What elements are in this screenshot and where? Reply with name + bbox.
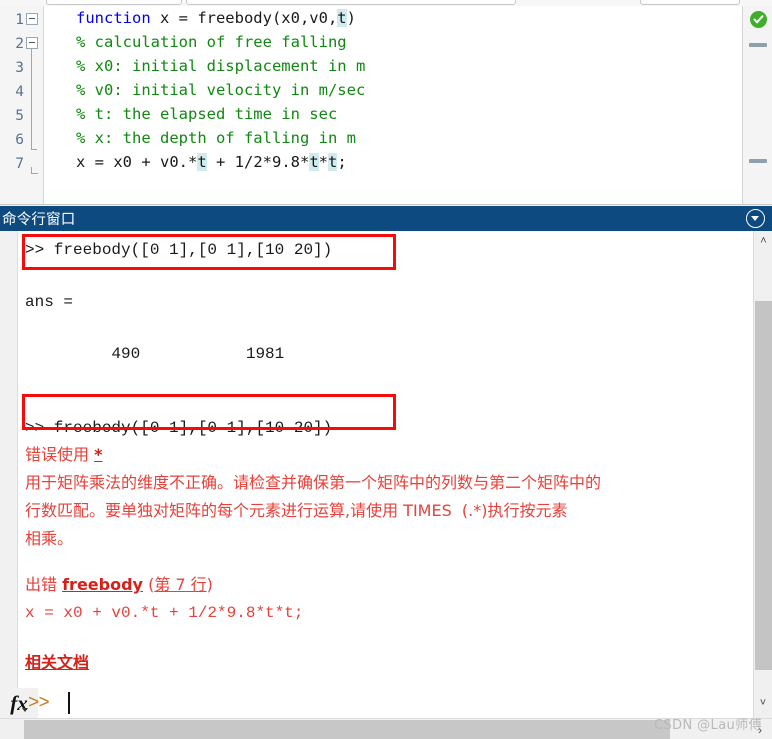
error-location-open: ( bbox=[142, 575, 155, 594]
code-line-1: function x = freebody(x0,v0,t) bbox=[76, 6, 742, 30]
fold-guide-tick bbox=[31, 149, 37, 150]
highlighted-var-t: t bbox=[197, 153, 207, 171]
highlighted-var-t: t bbox=[337, 9, 347, 27]
scroll-down-arrow-icon[interactable]: ˅ bbox=[753, 688, 772, 718]
line-number: 6 bbox=[15, 132, 24, 148]
checkmark-ok-icon[interactable] bbox=[750, 11, 767, 28]
horizontal-scrollbar[interactable]: ‹ › bbox=[0, 718, 772, 739]
highlighted-var-t: t bbox=[328, 153, 338, 171]
line-number: 4 bbox=[15, 84, 24, 100]
highlighted-var-t: t bbox=[309, 153, 319, 171]
fold-guide-line bbox=[31, 49, 32, 149]
code-line-7-d: ; bbox=[337, 153, 347, 171]
error-heading: 错误使用 * bbox=[19, 441, 753, 469]
prompt-chevrons: >> bbox=[28, 692, 50, 714]
command-line-2: >> freebody([0 1],[0 1],[10 20]) bbox=[25, 419, 333, 437]
line-number: 1 bbox=[15, 12, 24, 28]
minimap-mark-2[interactable] bbox=[749, 159, 767, 163]
matlab-window: 1 2 3 4 5 6 7 function x = freebody(x0,v… bbox=[0, 0, 772, 739]
horizontal-scrollbar-track[interactable] bbox=[24, 720, 748, 739]
command-window-titlebar: 命令行窗口 bbox=[0, 206, 772, 231]
code-line-5: % t: the elapsed time in sec bbox=[76, 105, 338, 123]
line-number: 3 bbox=[15, 60, 24, 76]
command-window-gutter bbox=[0, 231, 18, 688]
scrollbar-thumb-vertical[interactable] bbox=[755, 301, 772, 670]
code-line-6: % x: the depth of falling in m bbox=[76, 129, 356, 147]
code-fold-toggle-line1[interactable] bbox=[26, 13, 38, 25]
toolbar-chip-2[interactable] bbox=[186, 0, 516, 5]
command-prompt-row[interactable]: fx >> ˅ bbox=[0, 688, 772, 718]
ans-label: ans = bbox=[25, 293, 74, 311]
scroll-right-arrow-icon[interactable]: › bbox=[748, 719, 772, 739]
error-body-line-3: 相乘。 bbox=[25, 529, 74, 548]
code-line-1-signature: x = freebody(x0,v0, bbox=[150, 9, 338, 27]
command-window[interactable]: >> freebody([0 1],[0 1],[10 20]) ans = 4… bbox=[0, 231, 772, 688]
command-window-vertical-scrollbar[interactable]: ˄ bbox=[753, 231, 772, 688]
error-location-prefix: 出错 bbox=[25, 575, 63, 594]
minimap-mark-1[interactable] bbox=[749, 43, 767, 47]
command-line-1: >> freebody([0 1],[0 1],[10 20]) bbox=[25, 241, 333, 259]
ans-values: 490 1981 bbox=[25, 345, 285, 363]
error-body-line-2: 行数匹配。要单独对矩阵的每个元素进行运算,请使用 TIMES (.*)执行按元素 bbox=[25, 501, 568, 520]
error-body-line-1: 用于矩阵乘法的维度不正确。请检查并确保第一个矩阵中的列数与第二个矩阵中的 bbox=[25, 473, 602, 492]
code-line-7: x = x0 + v0.*t + 1/2*9.8*t*t; bbox=[76, 150, 742, 174]
editor-bottom-divider bbox=[0, 204, 772, 205]
code-line-7-b: + 1/2*9.8* bbox=[206, 153, 310, 171]
error-function-link[interactable]: freebody bbox=[62, 575, 143, 594]
code-line-7-c: * bbox=[318, 153, 329, 171]
line-number: 5 bbox=[15, 108, 24, 124]
line-number: 7 bbox=[15, 156, 24, 172]
code-line-4: % v0: initial velocity in m/sec bbox=[76, 81, 366, 99]
related-docs-row: 相关文档 bbox=[19, 649, 753, 677]
fold-guide-endcap bbox=[31, 173, 38, 174]
code-editor[interactable]: 1 2 3 4 5 6 7 function x = freebody(x0,v… bbox=[0, 6, 772, 205]
error-line-link[interactable]: 第 7 行 bbox=[154, 575, 206, 594]
error-location: 出错 freebody (第 7 行) bbox=[19, 571, 753, 599]
scroll-up-arrow-icon[interactable]: ˄ bbox=[754, 231, 772, 250]
toolbar-chip-3[interactable] bbox=[640, 0, 740, 5]
editor-code-area[interactable]: function x = freebody(x0,v0,t) % calcula… bbox=[44, 6, 742, 205]
line-number: 2 bbox=[15, 36, 24, 52]
related-docs-link[interactable]: 相关文档 bbox=[25, 653, 89, 672]
code-line-3: % x0: initial displacement in m bbox=[76, 57, 366, 75]
error-heading-label: 错误使用 bbox=[25, 445, 95, 464]
command-window-output[interactable]: >> freebody([0 1],[0 1],[10 20]) ans = 4… bbox=[19, 231, 753, 688]
error-operator-link[interactable]: * bbox=[94, 445, 102, 464]
keyword-function: function bbox=[76, 9, 151, 27]
chevron-down-circle-icon[interactable] bbox=[746, 209, 765, 228]
editor-minimap-strip[interactable] bbox=[742, 6, 772, 205]
code-line-7-a: x = x0 + v0.* bbox=[76, 153, 198, 171]
error-location-close: ) bbox=[206, 575, 213, 594]
scrollbar-thumb-horizontal[interactable] bbox=[24, 720, 670, 739]
editor-gutter: 1 2 3 4 5 6 7 bbox=[0, 6, 44, 205]
error-source-line: x = x0 + v0.*t + 1/2*9.8*t*t; bbox=[25, 604, 304, 622]
text-cursor bbox=[68, 692, 70, 714]
toolbar-chip-1[interactable] bbox=[46, 0, 182, 5]
code-line-1-tail: ) bbox=[346, 9, 356, 27]
code-line-2: % calculation of free falling bbox=[76, 33, 347, 51]
code-fold-toggle-line2[interactable] bbox=[26, 37, 38, 49]
command-window-title: 命令行窗口 bbox=[2, 212, 76, 228]
